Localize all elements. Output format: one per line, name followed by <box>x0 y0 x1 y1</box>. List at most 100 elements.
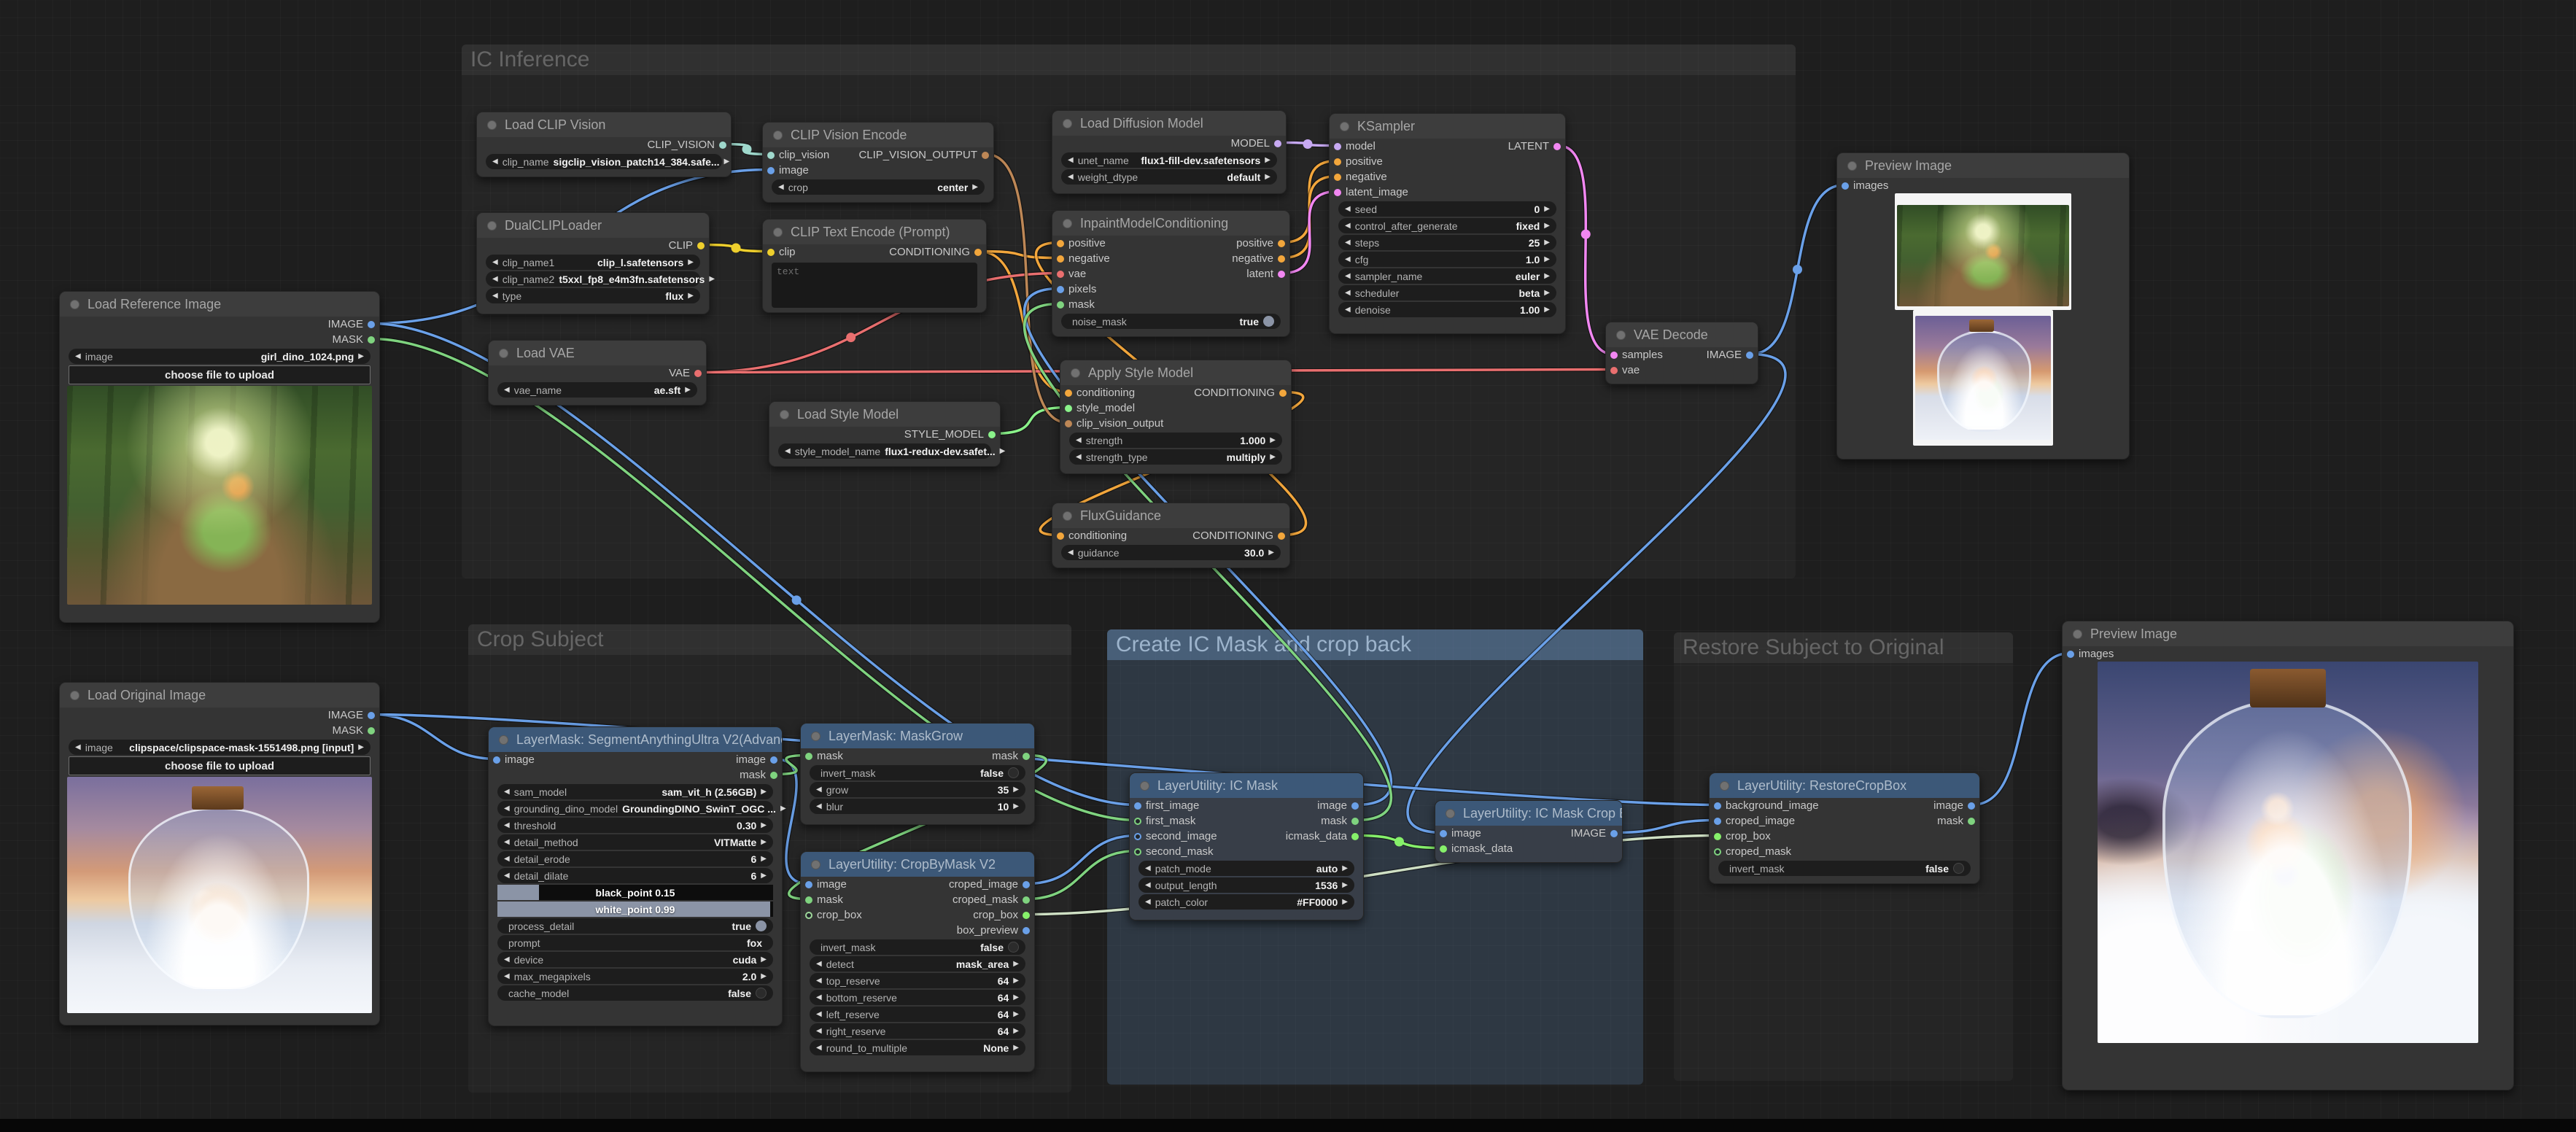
node-title-bar[interactable]: CLIP Vision Encode <box>763 123 993 147</box>
decrement-arrow[interactable]: ◀ <box>1345 272 1351 280</box>
black_point-slider[interactable]: black_point 0.15 <box>497 885 773 900</box>
decrement-arrow[interactable]: ◀ <box>492 258 498 266</box>
sampler_name-widget[interactable]: ◀sampler_nameeuler▶ <box>1338 268 1556 284</box>
round_to_multiple-widget[interactable]: ◀round_to_multipleNone▶ <box>810 1040 1025 1055</box>
decrement-arrow[interactable]: ◀ <box>504 788 510 796</box>
decrement-arrow[interactable]: ◀ <box>816 977 822 985</box>
detect-widget[interactable]: ◀detectmask_area▶ <box>810 956 1025 972</box>
decrement-arrow[interactable]: ◀ <box>504 838 510 846</box>
croped_mask-output-slot[interactable] <box>1023 896 1030 904</box>
increment-arrow[interactable]: ▶ <box>972 183 978 191</box>
first_image-input-slot[interactable] <box>1134 802 1141 810</box>
detail_erode-widget[interactable]: ◀detail_erode6▶ <box>497 851 773 867</box>
collapse-dot[interactable] <box>70 691 79 700</box>
mask-output-slot[interactable] <box>1351 818 1359 825</box>
node-title-bar[interactable]: VAE Decode <box>1606 322 1758 347</box>
decrement-arrow[interactable]: ◀ <box>504 855 510 863</box>
second_mask-input-slot[interactable] <box>1134 848 1141 856</box>
decrement-arrow[interactable]: ◀ <box>816 1044 822 1052</box>
increment-arrow[interactable]: ▶ <box>1013 802 1019 810</box>
node-vdec[interactable]: VAE DecodesamplesIMAGEvae <box>1605 322 1758 384</box>
grow-widget[interactable]: ◀grow35▶ <box>810 782 1025 797</box>
increment-arrow[interactable]: ▶ <box>761 821 767 829</box>
increment-arrow[interactable]: ▶ <box>1013 960 1019 968</box>
clip_name-widget[interactable]: ◀clip_namesigclip_vision_patch14_384.saf… <box>486 154 722 169</box>
decrement-arrow[interactable]: ◀ <box>1345 222 1351 230</box>
invert_mask-toggle[interactable]: invert_maskfalse <box>1718 861 1971 876</box>
node-ctext[interactable]: CLIP Text Encode (Prompt)clipCONDITIONIN… <box>762 219 987 313</box>
node-title-bar[interactable]: LayerUtility: CropByMask V2 <box>801 852 1034 877</box>
second_image-input-slot[interactable] <box>1134 833 1141 840</box>
mask-input-slot[interactable] <box>805 753 812 760</box>
style_model-input-slot[interactable] <box>1065 405 1072 412</box>
decrement-arrow[interactable]: ◀ <box>816 1027 822 1035</box>
threshold-widget[interactable]: ◀threshold0.30▶ <box>497 818 773 833</box>
model-input-slot[interactable] <box>1334 143 1341 150</box>
increment-arrow[interactable]: ▶ <box>761 788 767 796</box>
increment-arrow[interactable]: ▶ <box>1342 898 1348 906</box>
node-cve[interactable]: CLIP Vision Encodeclip_visionCLIP_VISION… <box>762 122 994 203</box>
increment-arrow[interactable]: ▶ <box>685 386 691 394</box>
first_mask-input-slot[interactable] <box>1134 818 1141 825</box>
collapse-dot[interactable] <box>811 860 820 869</box>
collapse-dot[interactable] <box>499 349 508 358</box>
node-title-bar[interactable]: LayerUtility: IC Mask Crop Back <box>1435 801 1622 826</box>
node-title-bar[interactable]: LayerUtility: IC Mask <box>1130 773 1363 798</box>
node-lstyle[interactable]: Load Style ModelSTYLE_MODEL◀style_model_… <box>769 401 1001 467</box>
decrement-arrow[interactable]: ◀ <box>1145 898 1151 906</box>
node-title-bar[interactable]: LayerMask: MaskGrow <box>801 724 1034 748</box>
invert_mask-toggle[interactable]: invert_maskfalse <box>810 765 1025 780</box>
image-input-slot[interactable] <box>1440 830 1447 837</box>
node-title-bar[interactable]: LayerMask: SegmentAnythingUltra V2(Advan… <box>489 727 782 752</box>
positive-input-slot[interactable] <box>1334 158 1341 166</box>
increment-arrow[interactable]: ▶ <box>761 838 767 846</box>
decrement-arrow[interactable]: ◀ <box>75 352 81 360</box>
vae-input-slot[interactable] <box>1610 367 1618 374</box>
increment-arrow[interactable]: ▶ <box>761 972 767 980</box>
sam_model-widget[interactable]: ◀sam_modelsam_vit_h (2.56GB)▶ <box>497 784 773 799</box>
cache_model-toggle[interactable]: cache_modelfalse <box>497 985 773 1001</box>
node-prevTop[interactable]: Preview Imageimages <box>1836 152 2130 460</box>
mask-output-slot[interactable] <box>1968 818 1975 825</box>
node-title-bar[interactable]: Apply Style Model <box>1060 360 1291 385</box>
negative-input-slot[interactable] <box>1334 174 1341 181</box>
increment-arrow[interactable]: ▶ <box>1544 289 1550 297</box>
collapse-dot[interactable] <box>1063 511 1072 521</box>
decrement-arrow[interactable]: ◀ <box>816 993 822 1001</box>
image-input-slot[interactable] <box>805 881 812 888</box>
increment-arrow[interactable]: ▶ <box>1013 993 1019 1001</box>
collapse-dot[interactable] <box>1616 330 1626 340</box>
increment-arrow[interactable]: ▶ <box>1544 272 1550 280</box>
collapse-dot[interactable] <box>499 735 508 745</box>
node-ldiff[interactable]: Load Diffusion ModelMODEL◀unet_nameflux1… <box>1052 110 1287 194</box>
samples-input-slot[interactable] <box>1610 352 1618 359</box>
invert_mask-toggle[interactable]: invert_maskfalse <box>810 939 1025 955</box>
scheduler-widget[interactable]: ◀schedulerbeta▶ <box>1338 285 1556 301</box>
decrement-arrow[interactable]: ◀ <box>1345 205 1351 213</box>
decrement-arrow[interactable]: ◀ <box>816 802 822 810</box>
increment-arrow[interactable]: ▶ <box>1342 881 1348 889</box>
right_reserve-widget[interactable]: ◀right_reserve64▶ <box>810 1023 1025 1039</box>
CONDITIONING-output-slot[interactable] <box>1278 532 1285 540</box>
node-title-bar[interactable]: Load CLIP Vision <box>477 112 731 137</box>
decrement-arrow[interactable]: ◀ <box>1076 453 1082 461</box>
increment-arrow[interactable]: ▶ <box>1544 255 1550 263</box>
collapse-dot[interactable] <box>1720 781 1729 791</box>
steps-widget[interactable]: ◀steps25▶ <box>1338 235 1556 250</box>
top_reserve-widget[interactable]: ◀top_reserve64▶ <box>810 973 1025 988</box>
node-mgrow[interactable]: LayerMask: MaskGrowmaskmaskinvert_maskfa… <box>800 723 1035 825</box>
node-icb[interactable]: LayerUtility: IC Mask Crop BackimageIMAG… <box>1435 800 1623 863</box>
node-ks[interactable]: KSamplermodelLATENTpositivenegativelaten… <box>1329 113 1566 334</box>
decrement-arrow[interactable]: ◀ <box>1345 239 1351 247</box>
decrement-arrow[interactable]: ◀ <box>1145 864 1151 872</box>
increment-arrow[interactable]: ▶ <box>724 158 730 166</box>
MASK-output-slot[interactable] <box>368 336 375 344</box>
negative-input-slot[interactable] <box>1057 255 1064 263</box>
images-input-slot[interactable] <box>2067 651 2074 658</box>
node-sam[interactable]: LayerMask: SegmentAnythingUltra V2(Advan… <box>488 726 783 1026</box>
max_megapixels-widget[interactable]: ◀max_megapixels2.0▶ <box>497 969 773 984</box>
CONDITIONING-output-slot[interactable] <box>974 249 982 256</box>
node-apply[interactable]: Apply Style ModelconditioningCONDITIONIN… <box>1060 360 1292 474</box>
node-dual[interactable]: DualCLIPLoaderCLIP◀clip_name1clip_l.safe… <box>476 212 710 314</box>
positive-output-slot[interactable] <box>1278 240 1285 247</box>
